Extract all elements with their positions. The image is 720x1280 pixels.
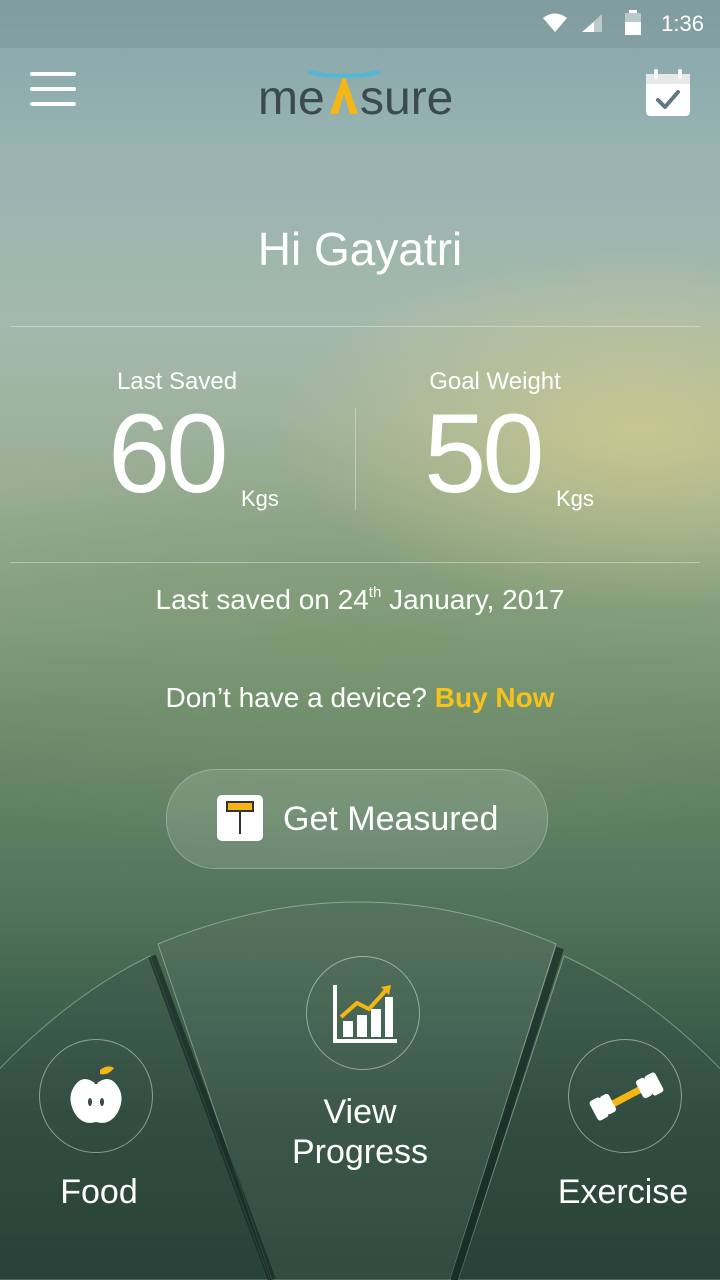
svg-text:sure: sure xyxy=(360,72,453,125)
last-saved-prefix: Last saved on 24 xyxy=(155,584,369,615)
last-saved-suffix: January, 2017 xyxy=(381,584,565,615)
battery-icon xyxy=(625,10,641,35)
goal-weight-unit: Kgs xyxy=(556,486,594,511)
status-time: 1:36 xyxy=(661,11,704,36)
last-saved-unit: Kgs xyxy=(241,486,279,511)
exercise-label[interactable]: Exercise xyxy=(548,1172,698,1212)
goal-weight-value: 50 xyxy=(424,391,545,516)
apple-icon xyxy=(70,1066,122,1123)
dumbbell-icon xyxy=(589,1072,664,1121)
svg-text:me: me xyxy=(258,72,325,125)
view-progress-button[interactable] xyxy=(306,956,420,1070)
calendar-check-icon[interactable] xyxy=(644,68,692,118)
last-saved-date: Last saved on 24th January, 2017 xyxy=(0,584,720,616)
scale-icon xyxy=(217,795,263,841)
menu-icon[interactable] xyxy=(30,72,76,110)
get-measured-button[interactable]: Get Measured xyxy=(166,769,548,869)
food-label[interactable]: Food xyxy=(39,1172,159,1212)
exercise-button[interactable] xyxy=(568,1039,682,1153)
app-logo: me sure xyxy=(258,66,478,125)
wifi-icon xyxy=(543,13,567,32)
chart-growth-icon xyxy=(333,985,397,1043)
greeting-title: Hi Gayatri xyxy=(257,223,463,275)
status-bar: 1:36 xyxy=(0,0,720,48)
buy-now-link[interactable]: Buy Now xyxy=(435,682,555,713)
divider-bottom xyxy=(10,562,700,563)
last-saved-ordinal: th xyxy=(368,584,382,601)
view-progress-line1: View xyxy=(323,1093,397,1131)
divider-top xyxy=(10,326,700,327)
food-button[interactable] xyxy=(39,1039,153,1153)
get-measured-label: Get Measured xyxy=(283,800,499,838)
device-prompt-text: Don’t have a device? xyxy=(165,682,435,713)
last-saved-value: 60 xyxy=(108,391,229,516)
view-progress-label[interactable]: View Progress xyxy=(270,1092,450,1172)
signal-icon xyxy=(582,14,602,32)
stats-divider xyxy=(355,408,356,510)
logo-graphic: me sure xyxy=(258,70,453,125)
device-prompt: Don’t have a device? Buy Now xyxy=(0,682,720,714)
view-progress-line2: Progress xyxy=(291,1133,429,1171)
